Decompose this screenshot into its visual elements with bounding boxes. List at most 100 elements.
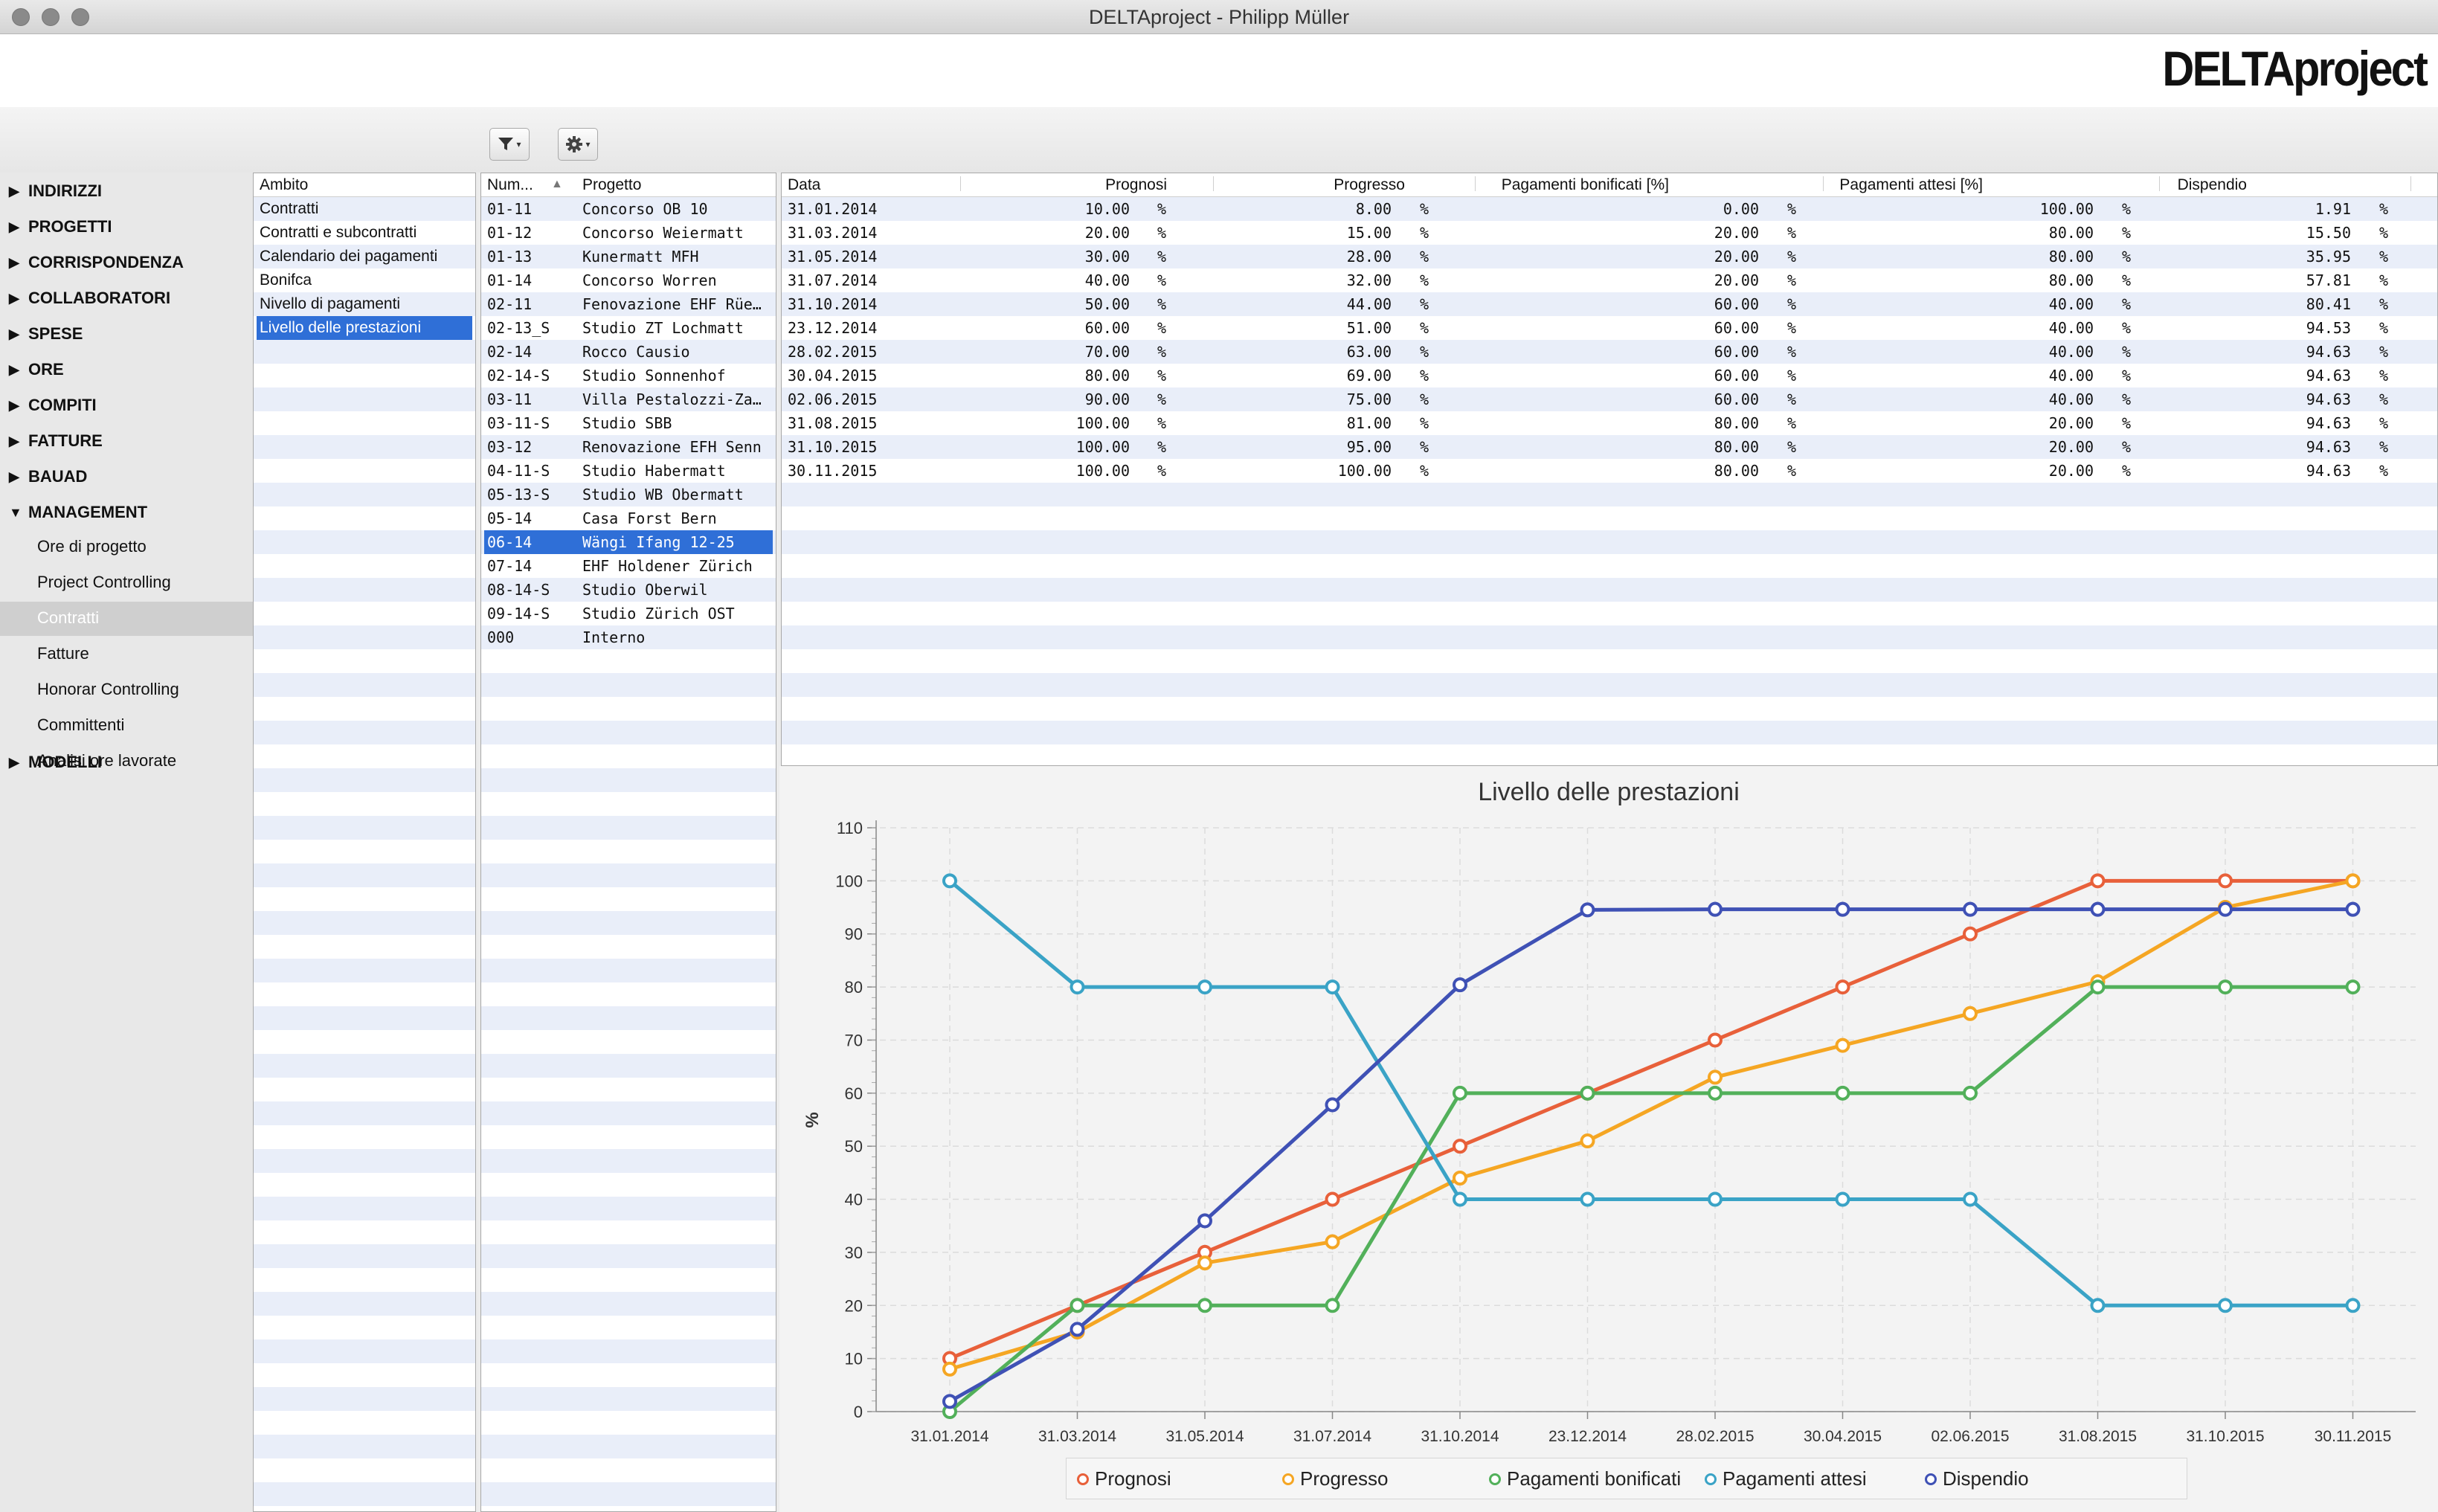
data-point[interactable] [1197,979,1212,995]
data-point[interactable] [1580,1133,1595,1149]
project-row[interactable]: 01-14 Concorso Worren [484,268,773,292]
data-point[interactable] [942,873,957,889]
table-row[interactable]: 30.04.2015 80.00% 69.00% 60.00% 40.00% 94.63% [782,364,2437,387]
table-row[interactable]: 31.05.2014 30.00% 28.00% 20.00% 80.00% 35.95% [782,245,2437,268]
project-row[interactable]: 06-14 Wängi Ifang 12-25 [484,530,773,554]
sidebar-group-ore[interactable]: ▶ ORE [9,360,64,379]
data-point[interactable] [1580,1085,1595,1101]
data-point[interactable] [1835,1191,1850,1207]
sidebar-item-committenti[interactable]: Committenti [37,715,124,735]
data-point[interactable] [1963,901,1978,917]
legend-item[interactable]: Prognosi [1077,1467,1171,1490]
project-row[interactable]: 02-14-S Studio Sonnenhof [484,364,773,387]
sidebar-item-honorar-controlling[interactable]: Honorar Controlling [37,680,179,699]
settings-button[interactable]: ▾ [558,128,598,161]
data-point[interactable] [1453,1139,1467,1154]
project-row[interactable]: 03-12 Renovazione EFH Senn [484,435,773,459]
data-point[interactable] [1197,1255,1212,1271]
data-point[interactable] [1070,1298,1085,1313]
column-divider[interactable] [960,176,961,191]
sidebar-group-fatture[interactable]: ▶ FATTURE [9,431,103,451]
sidebar-item-ore-di-progetto[interactable]: Ore di progetto [37,537,147,556]
table-column-header[interactable]: Progresso [1334,176,1405,194]
data-point[interactable] [1453,1191,1467,1207]
table-column-header[interactable]: Prognosi [1105,176,1167,194]
data-point[interactable] [2090,979,2106,995]
sidebar-group-corrispondenza[interactable]: ▶ CORRISPONDENZA [9,253,184,272]
sidebar-group-compiti[interactable]: ▶ COMPITI [9,396,97,415]
filter-button[interactable]: ▾ [489,128,530,161]
data-point[interactable] [1708,1032,1723,1048]
data-point[interactable] [2345,979,2361,995]
data-point[interactable] [1580,1191,1595,1207]
table-row[interactable]: 02.06.2015 90.00% 75.00% 60.00% 40.00% 94.63% [782,387,2437,411]
data-point[interactable] [2345,901,2361,917]
data-point[interactable] [1325,1234,1340,1249]
data-point[interactable] [1963,1085,1978,1101]
sidebar-group-collaboratori[interactable]: ▶ COLLABORATORI [9,289,170,308]
sidebar-item-project-controlling[interactable]: Project Controlling [37,573,171,592]
data-point[interactable] [1835,1038,1850,1053]
ambito-item[interactable]: Contratti e subcontratti [257,221,472,245]
project-row[interactable]: 01-12 Concorso Weiermatt [484,221,773,245]
sidebar-item-contratti[interactable]: Contratti [37,608,99,628]
ambito-item[interactable]: Bonifca [257,268,472,292]
project-row[interactable]: 08-14-S Studio Oberwil [484,578,773,602]
data-point[interactable] [1835,901,1850,917]
project-row[interactable]: 01-11 Concorso OB 10 [484,197,773,221]
data-point[interactable] [1453,977,1467,993]
table-column-header[interactable]: Data [788,176,820,194]
sidebar-group-indirizzi[interactable]: ▶ INDIRIZZI [9,181,102,201]
data-point[interactable] [1325,979,1340,995]
data-point[interactable] [1580,902,1595,918]
data-point[interactable] [1708,1085,1723,1101]
data-point[interactable] [1325,1097,1340,1113]
project-row[interactable]: 02-13_S Studio ZT Lochmatt [484,316,773,340]
data-point[interactable] [2090,1298,2106,1313]
sidebar-item-analisi-ore-lavorate[interactable]: Analisi ore lavorate [37,751,176,771]
project-row[interactable]: 02-14 Rocco Causio [484,340,773,364]
project-row[interactable]: 01-13 Kunermatt MFH [484,245,773,268]
column-divider[interactable] [2410,176,2411,191]
data-point[interactable] [1963,926,1978,942]
table-row[interactable]: 23.12.2014 60.00% 51.00% 60.00% 40.00% 94.53% [782,316,2437,340]
ambito-item[interactable]: Nivello di pagamenti [257,292,472,316]
project-row[interactable]: 03-11 Villa Pestalozzi-Zang... [484,387,773,411]
table-row[interactable]: 31.03.2014 20.00% 15.00% 20.00% 80.00% 15.50% [782,221,2437,245]
table-row[interactable]: 31.08.2015 100.00% 81.00% 80.00% 20.00% 94.63… [782,411,2437,435]
data-point[interactable] [1197,1213,1212,1229]
data-point[interactable] [1835,979,1850,995]
ambito-item[interactable]: Livello delle prestazioni [257,316,472,340]
table-row[interactable]: 30.11.2015 100.00% 100.00% 80.00% 20.00% 94.6… [782,459,2437,483]
data-point[interactable] [1963,1191,1978,1207]
table-row[interactable]: 31.01.2014 10.00% 8.00% 0.00% 100.00% 1.91% [782,197,2437,221]
legend-item[interactable]: Dispendio [1925,1467,2029,1490]
table-column-header[interactable]: Dispendio [2178,176,2247,194]
column-divider[interactable] [1475,176,1476,191]
data-point[interactable] [1708,1191,1723,1207]
project-row[interactable]: 05-14 Casa Forst Bern [484,506,773,530]
ambito-item[interactable]: Contratti [257,197,472,221]
legend-item[interactable]: Progresso [1282,1467,1389,1490]
column-divider[interactable] [2159,176,2160,191]
ambito-item[interactable]: Calendario dei pagamenti [257,245,472,268]
sort-ascending-icon[interactable]: ▲ [551,178,563,191]
data-point[interactable] [2090,901,2106,917]
data-point[interactable] [1070,979,1085,995]
project-row[interactable]: 000 Interno [484,625,773,649]
num-column-label[interactable]: Num... [487,176,533,194]
data-point[interactable] [1070,1322,1085,1337]
project-row[interactable]: 04-11-S Studio Habermatt [484,459,773,483]
data-point[interactable] [1708,901,1723,917]
data-point[interactable] [1453,1085,1467,1101]
sidebar-group-progetti[interactable]: ▶ PROGETTI [9,217,112,237]
table-row[interactable]: 28.02.2015 70.00% 63.00% 60.00% 40.00% 94.63% [782,340,2437,364]
data-point[interactable] [2345,873,2361,889]
legend-item[interactable]: Pagamenti attesi [1705,1467,1867,1490]
ambito-header[interactable]: Ambito [254,173,475,197]
data-point[interactable] [2090,873,2106,889]
data-point[interactable] [1325,1191,1340,1207]
data-point[interactable] [942,1394,957,1409]
project-row[interactable]: 07-14 EHF Holdener Zürich [484,554,773,578]
sidebar-group-management[interactable]: ▼ MANAGEMENT [9,503,147,522]
